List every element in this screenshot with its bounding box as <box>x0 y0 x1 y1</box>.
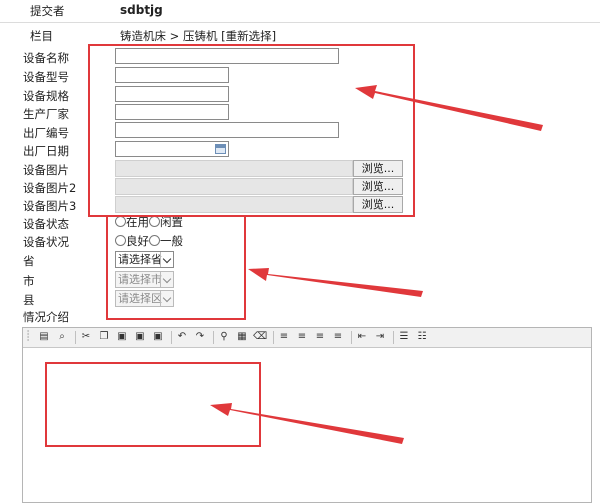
annotation-arrow-2 <box>248 268 423 297</box>
annotation-arrows <box>210 85 543 444</box>
annotation-arrow-3 <box>210 403 404 444</box>
annotation-arrow-1 <box>355 85 543 131</box>
